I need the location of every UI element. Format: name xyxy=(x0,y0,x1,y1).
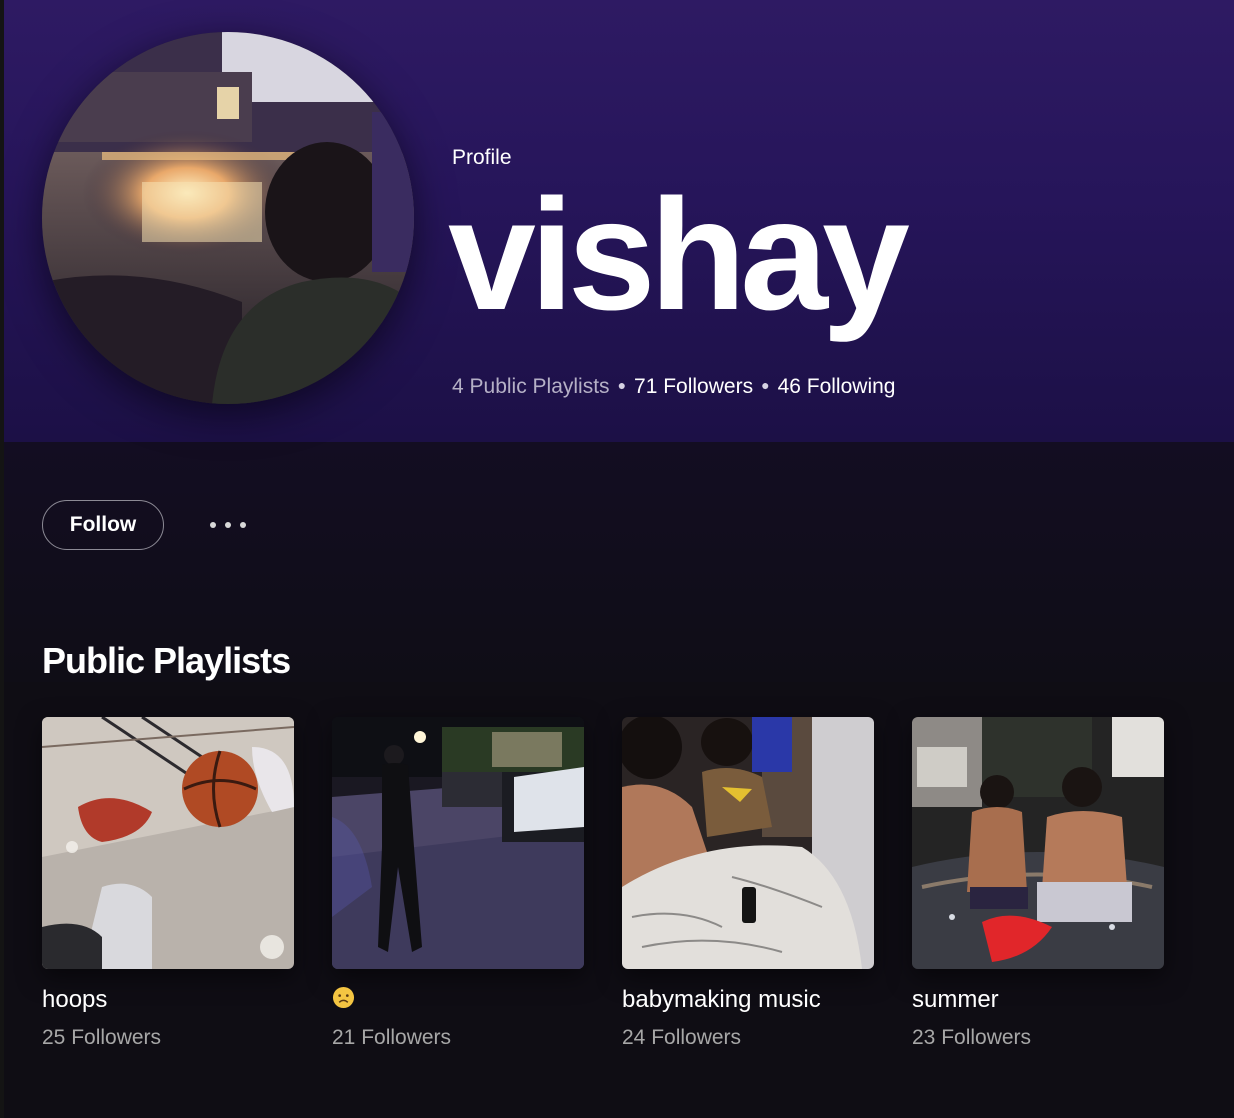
public-playlists-count: 4 Public Playlists xyxy=(452,375,610,398)
playlist-title[interactable] xyxy=(332,986,584,1014)
profile-stats: 4 Public Playlists ● 71 Followers ● 46 Follo… xyxy=(452,375,895,399)
playlist-card[interactable]: summer 23 Followers xyxy=(912,717,1164,1050)
playlist-title[interactable]: hoops xyxy=(42,986,294,1014)
following-link[interactable]: 46 Following xyxy=(778,375,896,398)
playlist-followers: 23 Followers xyxy=(912,1026,1032,1049)
more-options-icon-dot xyxy=(225,522,231,528)
playlist-cover-image xyxy=(42,717,294,969)
playlist-cover xyxy=(622,717,874,969)
playlist-card[interactable]: 21 Followers xyxy=(332,717,584,1050)
profile-page: Profile vishay 4 Public Playlists ● 71 Fol… xyxy=(4,0,1234,1118)
followers-link[interactable]: 71 Followers xyxy=(634,375,753,398)
playlist-followers: 21 Followers xyxy=(332,1026,452,1049)
playlist-cover xyxy=(42,717,294,969)
frowning-face-icon xyxy=(332,986,355,1009)
playlist-cover xyxy=(912,717,1164,969)
separator-dot: ● xyxy=(617,377,627,393)
profile-display-name: vishay xyxy=(448,167,910,343)
playlist-cover-image xyxy=(332,717,584,969)
follow-button[interactable]: Follow xyxy=(42,500,164,550)
avatar xyxy=(42,32,414,404)
playlist-cover-image xyxy=(912,717,1164,969)
playlist-cover-image xyxy=(622,717,874,969)
separator-dot: ● xyxy=(761,377,770,393)
playlist-cover xyxy=(332,717,584,969)
playlist-followers: 25 Followers xyxy=(42,1026,162,1049)
playlist-followers: 24 Followers xyxy=(622,1026,742,1049)
more-options-icon xyxy=(210,522,216,528)
more-options-button[interactable] xyxy=(200,508,256,542)
playlist-title[interactable]: summer xyxy=(912,986,1164,1014)
section-title[interactable]: Public Playlists xyxy=(42,640,291,682)
avatar-image xyxy=(42,32,414,404)
more-options-icon-dot xyxy=(240,522,246,528)
playlist-card[interactable]: babymaking music 24 Followers xyxy=(622,717,874,1050)
playlist-title[interactable]: babymaking music xyxy=(622,986,874,1014)
playlist-card[interactable]: hoops 25 Followers xyxy=(42,717,294,1050)
